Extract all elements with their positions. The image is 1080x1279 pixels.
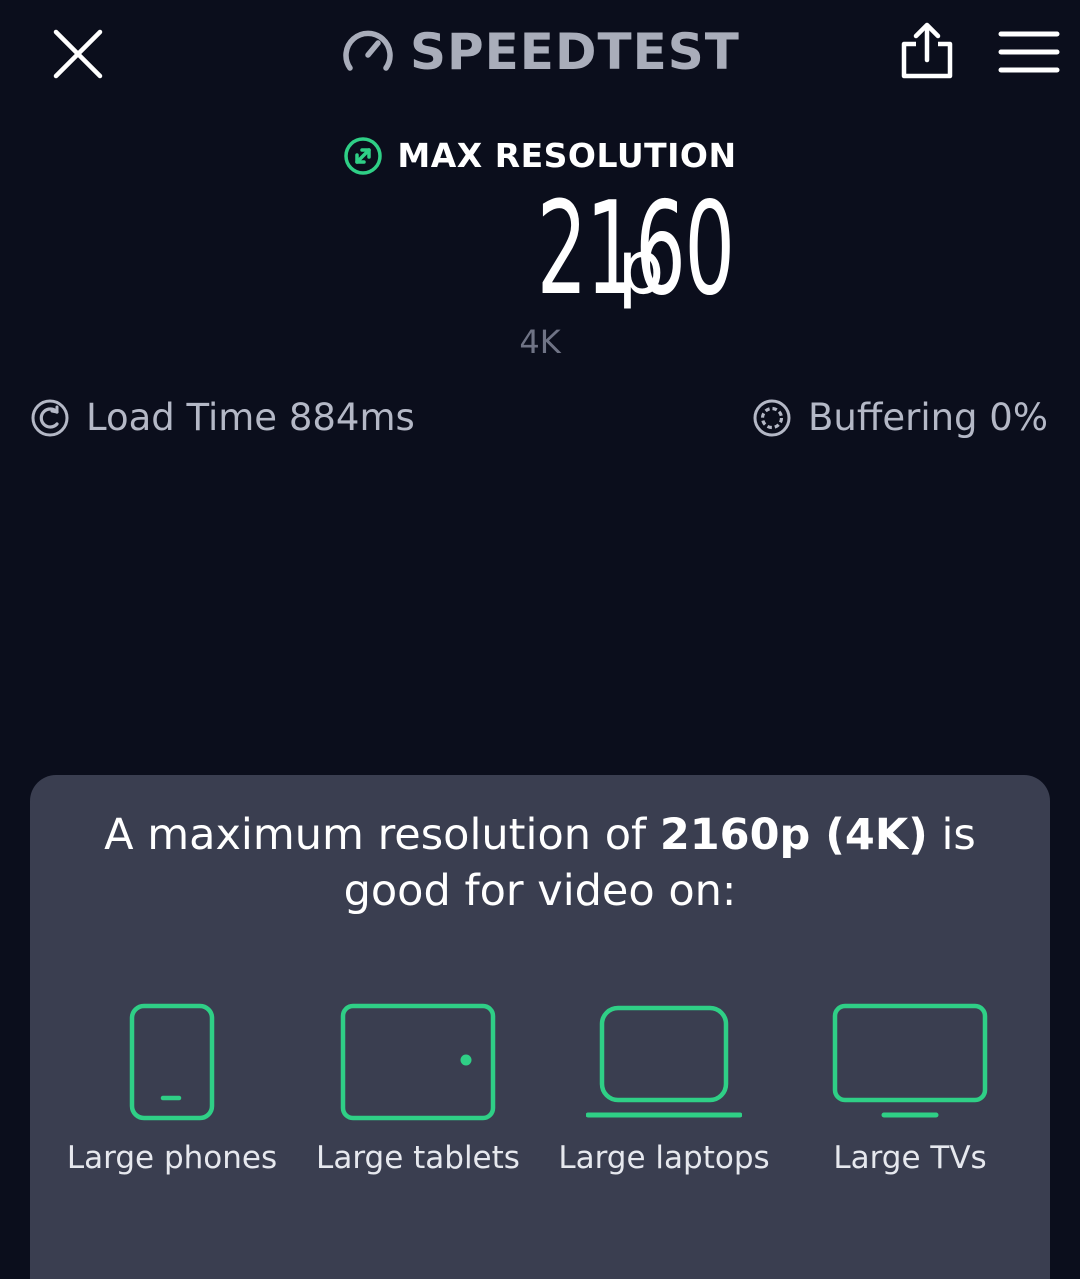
speedometer-icon: [343, 30, 393, 71]
device-list: Large phones Large tablets Large laptops: [30, 1003, 1050, 1223]
tablet-icon: [340, 1003, 496, 1121]
device-label: Large TVs: [833, 1140, 987, 1176]
buffering-text: Buffering 0%: [808, 396, 1048, 439]
device-label: Large laptops: [558, 1140, 770, 1176]
result-heading: MAX RESOLUTION: [0, 136, 1080, 176]
device-large-tvs: Large TVs: [790, 1003, 1030, 1178]
speedtest-logo: SPEEDTEST: [340, 24, 740, 80]
tv-icon: [832, 1003, 988, 1118]
device-large-phones: Large phones: [52, 1003, 292, 1178]
expand-arrows-icon: [344, 137, 383, 175]
share-icon[interactable]: [896, 20, 958, 82]
recommendation-heading: A maximum resolution of 2160p (4K) is go…: [104, 810, 976, 916]
load-time-text: Load Time 884ms: [86, 396, 415, 439]
hamburger-menu-icon[interactable]: [998, 28, 1060, 76]
brand-name: SPEEDTEST: [410, 23, 740, 81]
device-label: Large phones: [66, 1140, 278, 1176]
device-label: Large tablets: [316, 1140, 520, 1176]
close-icon[interactable]: [48, 24, 108, 84]
phone-icon: [129, 1003, 215, 1121]
buffering-spinner-icon: [753, 399, 791, 437]
device-large-laptops: Large laptops: [544, 1003, 784, 1178]
recommendation-card: A maximum resolution of 2160p (4K) is go…: [30, 775, 1050, 1279]
buffering-stat: Buffering 0%: [752, 394, 1048, 442]
load-time-stat: Load Time 884ms: [30, 394, 415, 442]
max-resolution-label: MAX RESOLUTION: [397, 136, 737, 175]
resolution-value: 2160p: [0, 185, 1080, 315]
resolution-quality-label: 4K: [519, 323, 561, 361]
resolution-number: 2160: [536, 175, 734, 324]
speedtest-video-result-screen: SPEEDTEST MAX RESOLUTION 2160p 4K Load T…: [0, 0, 1080, 1279]
device-large-tablets: Large tablets: [298, 1003, 538, 1178]
top-bar: SPEEDTEST: [0, 0, 1080, 110]
laptop-icon: [586, 1005, 742, 1118]
refresh-clock-icon: [31, 399, 69, 437]
